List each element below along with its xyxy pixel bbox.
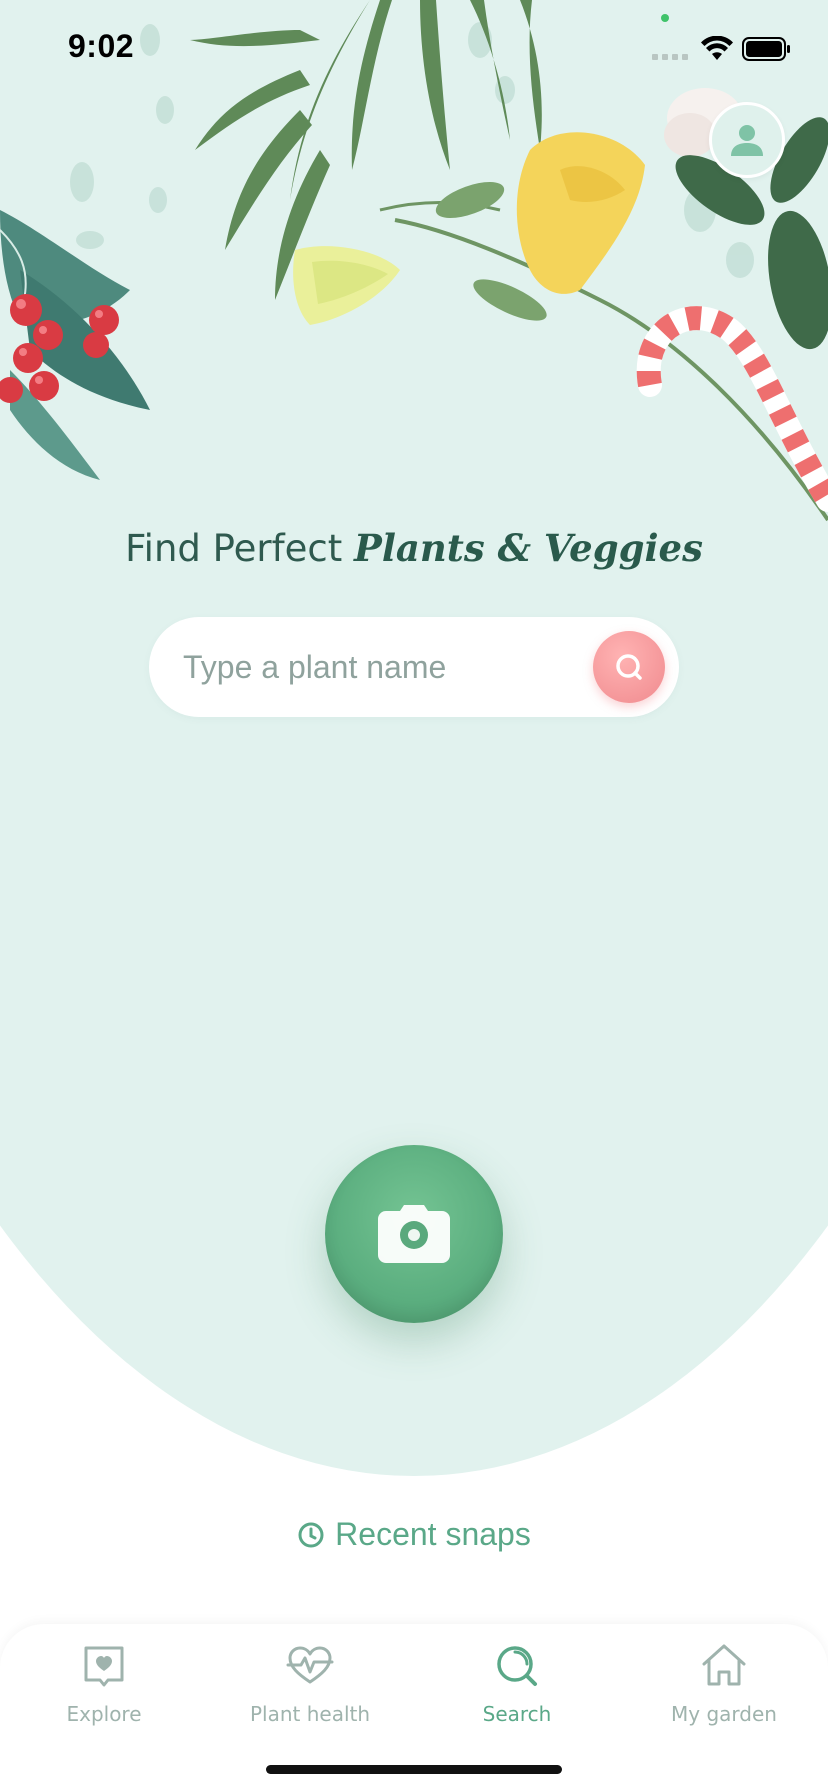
- house-icon: [702, 1644, 746, 1686]
- tab-explore[interactable]: Explore: [4, 1640, 204, 1750]
- battery-icon: [742, 37, 790, 61]
- camera-icon: [378, 1205, 450, 1263]
- recent-snaps-label: Recent snaps: [335, 1516, 531, 1552]
- search-button[interactable]: [593, 631, 665, 703]
- tab-my-garden[interactable]: My garden: [624, 1640, 824, 1750]
- page-headline: Find Perfect Plants & Veggies: [0, 526, 828, 570]
- headline-lead: Find Perfect: [125, 527, 355, 570]
- tab-search-label: Search: [482, 1702, 552, 1726]
- plant-search-input[interactable]: [183, 639, 563, 695]
- plant-search-box: [149, 617, 679, 717]
- privacy-indicator-dot: [661, 14, 669, 22]
- recent-snaps-link[interactable]: Recent snaps: [0, 1516, 828, 1553]
- search-icon: [497, 1646, 537, 1686]
- tab-search[interactable]: Search: [417, 1640, 617, 1750]
- camera-snap-button[interactable]: [325, 1145, 503, 1323]
- heartbeat-icon: [286, 1646, 334, 1684]
- search-icon: [616, 654, 642, 680]
- headline-emphasis: Plants & Veggies: [354, 526, 703, 570]
- home-indicator[interactable]: [266, 1765, 562, 1774]
- tab-plant-health-label: Plant health: [249, 1702, 371, 1726]
- clock-icon: [298, 1522, 324, 1547]
- status-bar: 9:02: [0, 0, 828, 100]
- status-time: 9:02: [68, 28, 135, 64]
- profile-avatar-button[interactable]: [709, 102, 785, 178]
- user-profile-icon: [731, 125, 763, 156]
- plant-search-screen: 9:02 Find Perfect Plants & Veggies Type …: [0, 0, 828, 1792]
- explore-book-icon: [84, 1646, 124, 1687]
- cellular-signal-icon: [652, 54, 688, 60]
- tab-explore-label: Explore: [66, 1702, 142, 1726]
- tab-plant-health[interactable]: Plant health: [210, 1640, 410, 1750]
- wifi-icon: [701, 36, 733, 60]
- tab-my-garden-label: My garden: [671, 1702, 777, 1726]
